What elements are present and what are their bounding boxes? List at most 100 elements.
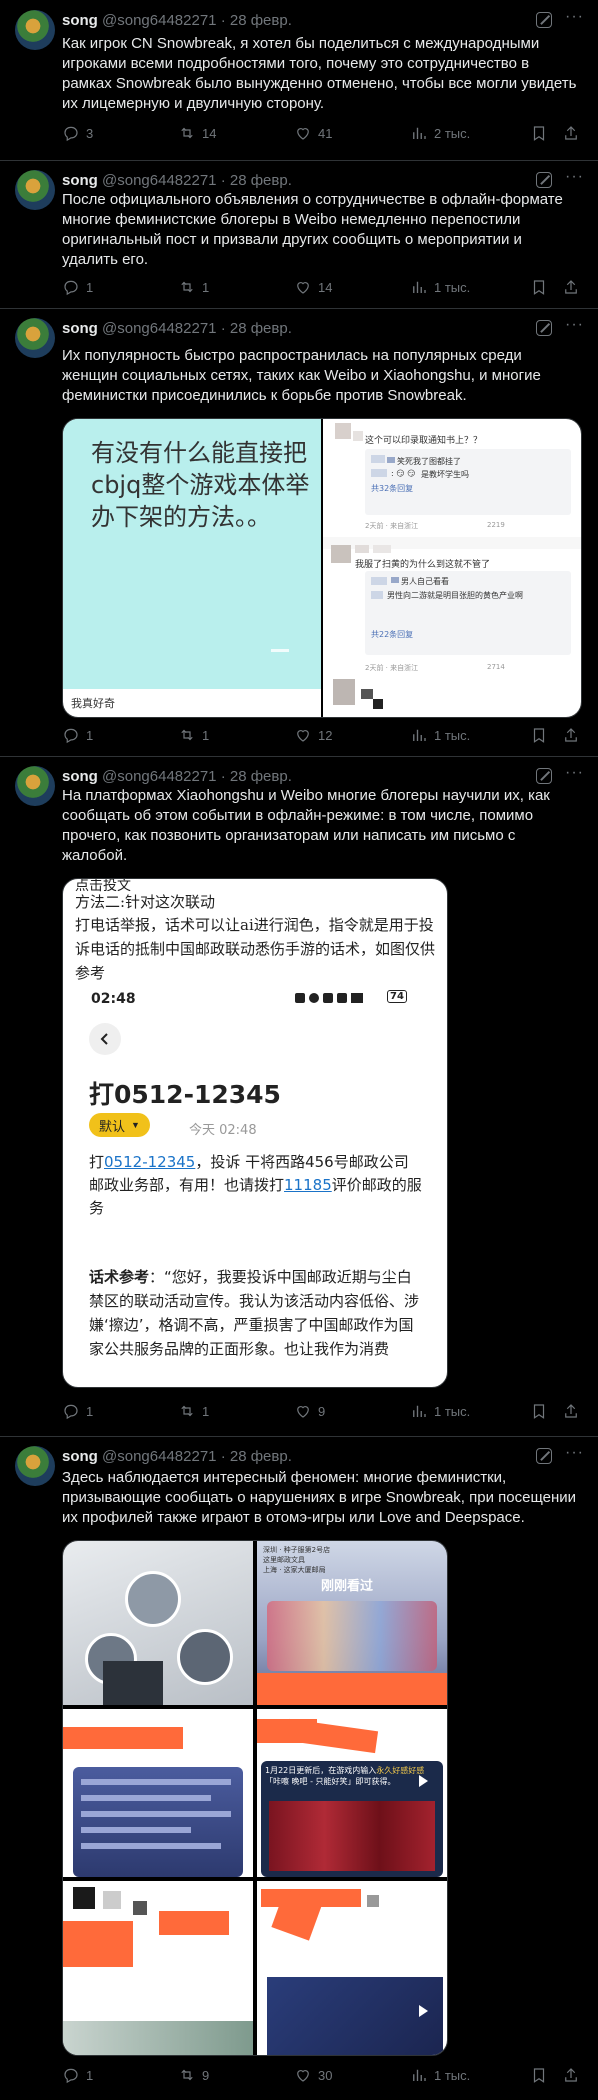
reply-button[interactable]: 1 [62, 1402, 93, 1420]
reply-button[interactable]: 1 [62, 2066, 93, 2084]
grok-icon[interactable] [536, 12, 552, 28]
back-button[interactable] [89, 1023, 121, 1055]
repost-button[interactable]: 1 [178, 726, 209, 744]
author-name[interactable]: song [62, 1448, 98, 1465]
avatar[interactable] [15, 1446, 55, 1486]
reply-count: 1 [86, 1403, 94, 1419]
share-button[interactable] [562, 1402, 580, 1420]
phone-link[interactable]: 0512-12345 [104, 1153, 195, 1171]
avatar[interactable] [15, 10, 55, 50]
author-handle[interactable]: @song64482271 [102, 320, 217, 337]
more-options-icon[interactable]: ··· [565, 168, 584, 186]
bookmark-button[interactable] [530, 278, 548, 296]
tag-chip[interactable]: 默认 ▼ [89, 1113, 150, 1137]
more-replies-link[interactable]: 共22条回复 [371, 629, 413, 640]
views-button[interactable]: 1 тыс. [410, 2066, 470, 2084]
bookmark-button[interactable] [530, 124, 548, 142]
grok-icon[interactable] [536, 1448, 552, 1464]
like-button[interactable]: 30 [294, 2066, 332, 2084]
media-grid[interactable]: 有没有什么能直接把cbjq整个游戏本体举办下架的方法。。 我真好奇 这个可以印录… [62, 418, 582, 718]
play-icon[interactable] [419, 2005, 428, 2017]
repost-button[interactable]: 1 [178, 278, 209, 296]
phone-link[interactable]: 11185 [284, 1176, 332, 1194]
media-grid[interactable]: 深圳 · 种子服第2号店 这里邮政文具 上海 · 这家大厦邮局 刚刚看过 1月2… [62, 1540, 448, 2056]
media-image-1[interactable] [63, 1541, 253, 1705]
share-button[interactable] [562, 278, 580, 296]
more-options-icon[interactable]: ··· [565, 764, 584, 782]
views-button[interactable]: 1 тыс. [410, 1402, 470, 1420]
like-button[interactable]: 9 [294, 1402, 325, 1420]
more-options-icon[interactable]: ··· [565, 8, 584, 26]
reply-button[interactable]: 1 [62, 278, 93, 296]
media-image-6[interactable] [257, 1881, 447, 2055]
repost-count: 1 [202, 1403, 210, 1419]
bookmark-button[interactable] [530, 2066, 548, 2084]
tweet-3[interactable]: song @song64482271 · 28 февр. ··· Их поп… [0, 308, 598, 757]
bookmark-button[interactable] [530, 726, 548, 744]
play-icon[interactable] [419, 1775, 428, 1787]
author-handle[interactable]: @song64482271 [102, 12, 217, 29]
grok-icon[interactable] [536, 768, 552, 784]
tweet-1[interactable]: song @song64482271 · 28 февр. ··· Как иг… [0, 0, 598, 161]
tweet-date[interactable]: · 28 февр. [221, 12, 292, 29]
tweet-date[interactable]: · 28 февр. [221, 320, 292, 337]
more-replies-link[interactable]: 共32条回复 [371, 483, 413, 494]
share-button[interactable] [562, 124, 580, 142]
like-button[interactable]: 41 [294, 124, 332, 142]
tweet-text: Здесь наблюдается интересный феномен: мн… [62, 1469, 577, 1526]
reply-button[interactable]: 3 [62, 124, 93, 142]
author-name[interactable]: song [62, 768, 98, 785]
avatar[interactable] [15, 318, 55, 358]
reply-count: 3 [86, 125, 94, 141]
views-icon [410, 1402, 428, 1420]
reply-count: 1 [86, 279, 94, 295]
author-name[interactable]: song [62, 320, 98, 337]
tweet-date[interactable]: · 28 февр. [221, 172, 292, 189]
avatar[interactable] [15, 170, 55, 210]
share-button[interactable] [562, 2066, 580, 2084]
author-handle[interactable]: @song64482271 [102, 768, 217, 785]
views-button[interactable]: 1 тыс. [410, 278, 470, 296]
media-image-3[interactable] [63, 1709, 253, 1877]
repost-button[interactable]: 1 [178, 1402, 209, 1420]
reply-text: 男性向二游就是明目张胆的黄色产业啊 [387, 591, 523, 600]
reply-button[interactable]: 1 [62, 726, 93, 744]
media-image-4[interactable]: 1月22日更新后，在游戏内输入永久好感好感「咔嚓 晚吧 - 只能好笑」即可获得。 [257, 1709, 447, 1877]
grok-icon[interactable] [536, 320, 552, 336]
like-icon [294, 1402, 312, 1420]
author-handle[interactable]: @song64482271 [102, 172, 217, 189]
tweet-2[interactable]: song @song64482271 · 28 февр. ··· После … [0, 160, 598, 309]
tweet-date[interactable]: · 28 февр. [221, 768, 292, 785]
grok-icon[interactable] [536, 172, 552, 188]
like-button[interactable]: 12 [294, 726, 332, 744]
more-options-icon[interactable]: ··· [565, 316, 584, 334]
author-handle[interactable]: @song64482271 [102, 1448, 217, 1465]
more-options-icon[interactable]: ··· [565, 1444, 584, 1462]
body-text: 打 [89, 1153, 105, 1171]
like-button[interactable]: 14 [294, 278, 332, 296]
repost-button[interactable]: 9 [178, 2066, 209, 2084]
media-image-5[interactable] [63, 1881, 253, 2055]
media-image-left[interactable]: 有没有什么能直接把cbjq整个游戏本体举办下架的方法。。 我真好奇 [63, 419, 321, 717]
like-count: 9 [318, 1403, 326, 1419]
tweet-5[interactable]: song @song64482271 · 28 февр. ··· Здесь … [0, 1436, 598, 2100]
avatar[interactable] [15, 766, 55, 806]
share-button[interactable] [562, 726, 580, 744]
script-text: 话术参考：“您好，我要投诉中国邮政近期与尘白禁区的联动活动宣传。我认为该活动内容… [89, 1265, 423, 1361]
reply-icon [62, 124, 80, 142]
image-text: 有没有什么能直接把cbjq整个游戏本体举办下架的方法。。 [91, 439, 310, 531]
tweet-date[interactable]: · 28 февр. [221, 1448, 292, 1465]
author-name[interactable]: song [62, 12, 98, 29]
like-icon [294, 726, 312, 744]
author-name[interactable]: song [62, 172, 98, 189]
media-image-2[interactable]: 深圳 · 种子服第2号店 这里邮政文具 上海 · 这家大厦邮局 刚刚看过 [257, 1541, 447, 1705]
media-image[interactable]: 点击投文 方法二:针对这次联动 打电话举报，话术可以让ai进行润色，指令就是用于… [62, 878, 448, 1388]
reply-count: 1 [86, 727, 94, 743]
media-image-right[interactable]: 这个可以印录取通知书上？？ 笑死我了图都挂了 : 😏 😏 是教坏学生吗 共32条… [323, 419, 581, 717]
like-count: 41 [318, 125, 333, 141]
tweet-4[interactable]: song @song64482271 · 28 февр. ··· На пла… [0, 756, 598, 1437]
views-button[interactable]: 1 тыс. [410, 726, 470, 744]
repost-button[interactable]: 14 [178, 124, 216, 142]
bookmark-button[interactable] [530, 1402, 548, 1420]
views-button[interactable]: 2 тыс. [410, 124, 470, 142]
